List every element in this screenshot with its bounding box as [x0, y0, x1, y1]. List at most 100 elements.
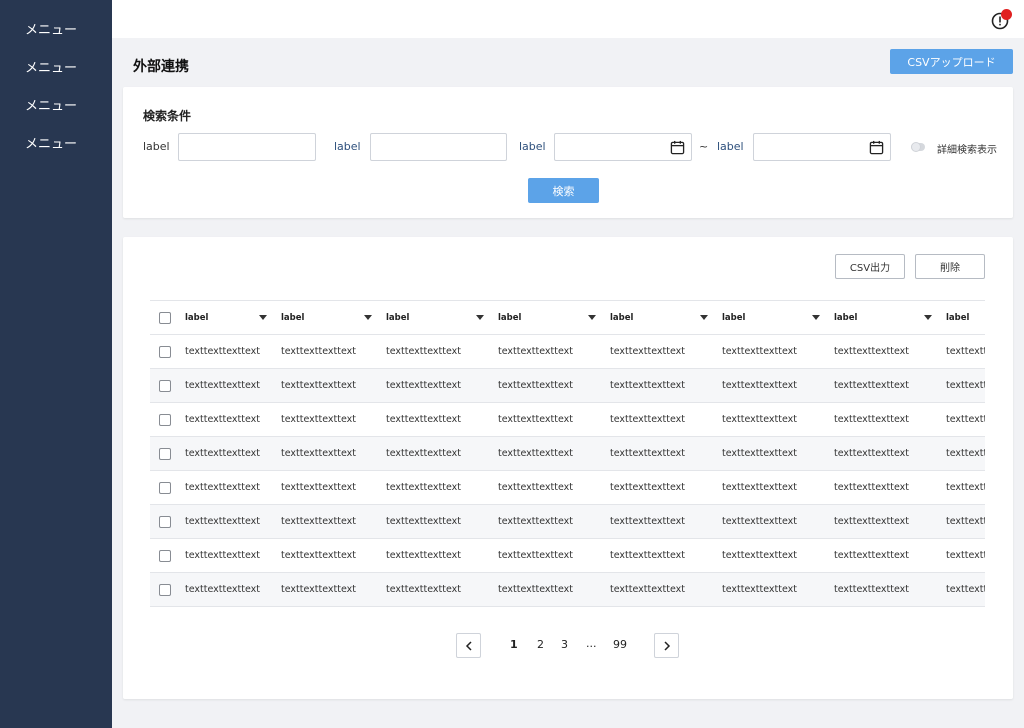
page-title: 外部連携	[133, 59, 189, 75]
table-cell: texttexttexttext	[281, 402, 386, 437]
notification-badge	[1001, 9, 1012, 20]
row-checkbox[interactable]	[159, 549, 171, 562]
table-cell: texttexttexttext	[281, 470, 386, 505]
table-cell: texttexttexttext	[834, 572, 946, 607]
table-row[interactable]: texttexttexttext texttexttexttext texttext…	[150, 538, 985, 573]
sort-caret-icon[interactable]	[364, 315, 372, 320]
sort-caret-icon[interactable]	[259, 315, 267, 320]
row-checkbox[interactable]	[159, 379, 171, 392]
results-table-wrapper: label label label label label label labe…	[150, 300, 985, 608]
row-checkbox[interactable]	[159, 515, 171, 528]
table-row[interactable]: texttexttexttext texttexttexttext texttext…	[150, 402, 985, 437]
table-cell: texttexttexttext	[834, 436, 946, 471]
sort-caret-icon[interactable]	[588, 315, 596, 320]
table-cell: texttexttexttext	[281, 436, 386, 471]
table-cell: texttexttexttext	[386, 334, 498, 369]
table-cell: texttexttexttext	[946, 470, 985, 505]
top-bar	[112, 0, 1024, 38]
table-cell: texttexttexttext	[946, 402, 985, 437]
table-row[interactable]: texttexttexttext texttexttexttext texttext…	[150, 334, 985, 369]
table-cell: texttexttexttext	[834, 504, 946, 539]
table-row[interactable]: texttexttexttext texttexttexttext texttext…	[150, 436, 985, 471]
table-cell: texttexttexttext	[498, 504, 610, 539]
table-cell: texttexttexttext	[498, 470, 610, 505]
search-input-2[interactable]	[370, 133, 507, 161]
sidebar-item-menu-1[interactable]: メニュー	[25, 23, 77, 39]
table-cell: texttexttexttext	[834, 368, 946, 403]
row-checkbox[interactable]	[159, 583, 171, 596]
column-header: label	[946, 312, 970, 323]
sort-caret-icon[interactable]	[924, 315, 932, 320]
column-header: label	[610, 312, 634, 323]
table-cell: texttexttexttext	[185, 504, 281, 539]
csv-export-button[interactable]: CSV出力	[835, 254, 905, 279]
table-cell: texttexttexttext	[185, 572, 281, 607]
table-cell: texttexttexttext	[498, 436, 610, 471]
table-cell: texttexttexttext	[281, 368, 386, 403]
table-cell: texttexttexttext	[281, 572, 386, 607]
table-cell: texttexttexttext	[386, 538, 498, 573]
table-row[interactable]: texttexttexttext texttexttexttext texttext…	[150, 470, 985, 505]
date-to-field[interactable]	[753, 133, 891, 161]
sort-caret-icon[interactable]	[700, 315, 708, 320]
table-row[interactable]: texttexttexttext texttexttexttext texttext…	[150, 504, 985, 539]
range-separator: ~	[699, 140, 709, 153]
page-number-1[interactable]: 1	[510, 638, 518, 651]
column-header: label	[281, 312, 305, 323]
sort-caret-icon[interactable]	[812, 315, 820, 320]
table-cell: texttexttexttext	[946, 368, 985, 403]
prev-page-button[interactable]	[456, 633, 481, 658]
calendar-icon[interactable]	[670, 140, 685, 155]
column-header: label	[185, 312, 209, 323]
search-input-1[interactable]	[178, 133, 316, 161]
sidebar-item-menu-4[interactable]: メニュー	[25, 137, 77, 153]
next-page-button[interactable]	[654, 633, 679, 658]
table-cell: texttexttexttext	[386, 402, 498, 437]
table-cell: texttexttexttext	[610, 436, 722, 471]
column-header: label	[722, 312, 746, 323]
table-cell: texttexttexttext	[722, 470, 834, 505]
search-label-1: label	[143, 140, 170, 153]
table-cell: texttexttexttext	[722, 436, 834, 471]
sidebar-item-menu-3[interactable]: メニュー	[25, 99, 77, 115]
table-cell: texttexttexttext	[722, 572, 834, 607]
table-cell: texttexttexttext	[185, 402, 281, 437]
table-cell: texttexttexttext	[834, 470, 946, 505]
results-table: label label label label label label labe…	[150, 300, 985, 607]
table-cell: texttexttexttext	[722, 504, 834, 539]
select-all-checkbox[interactable]	[159, 311, 171, 324]
row-checkbox[interactable]	[159, 481, 171, 494]
table-row[interactable]: texttexttexttext texttexttexttext texttext…	[150, 368, 985, 403]
table-cell: texttexttexttext	[498, 368, 610, 403]
table-cell: texttexttexttext	[281, 504, 386, 539]
column-header: label	[386, 312, 410, 323]
table-cell: texttexttexttext	[722, 402, 834, 437]
table-row[interactable]: texttexttexttext texttexttexttext texttext…	[150, 572, 985, 607]
table-cell: texttexttexttext	[185, 334, 281, 369]
sort-caret-icon[interactable]	[476, 315, 484, 320]
row-checkbox[interactable]	[159, 447, 171, 460]
date-from-field[interactable]	[554, 133, 692, 161]
row-checkbox[interactable]	[159, 345, 171, 358]
table-cell: texttexttexttext	[834, 402, 946, 437]
table-cell: texttexttexttext	[946, 436, 985, 471]
column-header: label	[498, 312, 522, 323]
csv-upload-button[interactable]: CSVアップロード	[890, 49, 1013, 74]
page-number-3[interactable]: 3	[561, 638, 568, 651]
table-header-row: label label label label label label labe…	[150, 300, 985, 335]
page-number-2[interactable]: 2	[537, 638, 544, 651]
row-checkbox[interactable]	[159, 413, 171, 426]
calendar-icon[interactable]	[869, 140, 884, 155]
table-cell: texttexttexttext	[610, 572, 722, 607]
table-cell: texttexttexttext	[610, 538, 722, 573]
table-cell: texttexttexttext	[386, 470, 498, 505]
page-number-99[interactable]: 99	[613, 638, 627, 651]
advanced-search-toggle[interactable]	[911, 142, 925, 152]
sidebar-item-menu-2[interactable]: メニュー	[25, 61, 77, 77]
table-cell: texttexttexttext	[946, 504, 985, 539]
delete-button[interactable]: 削除	[915, 254, 985, 279]
table-cell: texttexttexttext	[610, 470, 722, 505]
search-button[interactable]: 検索	[528, 178, 599, 203]
search-panel-title: 検索条件	[143, 109, 192, 123]
page-ellipsis: ...	[586, 637, 597, 650]
